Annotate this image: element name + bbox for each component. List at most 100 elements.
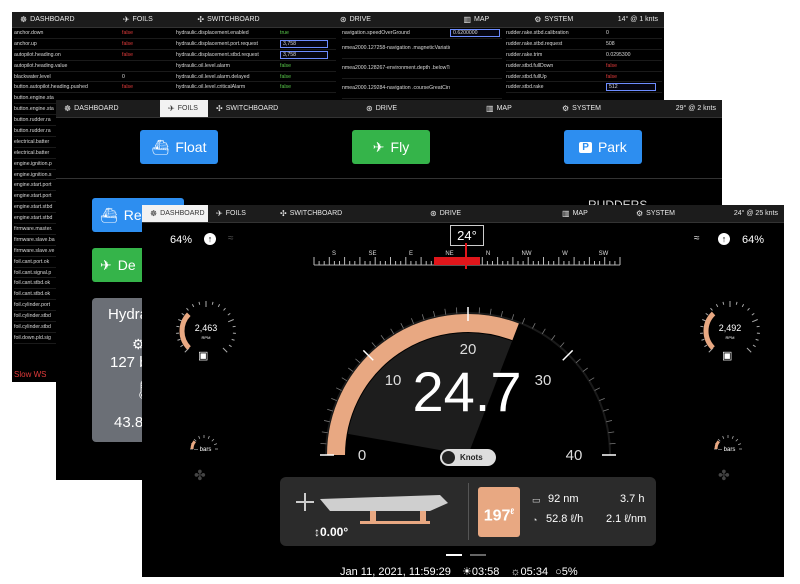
compass-label: W <box>562 251 568 257</box>
tab-label: SYSTEM <box>572 105 601 112</box>
speed-tick <box>521 318 526 324</box>
table-row: rudder.rake.stbd.request 508 <box>506 39 662 50</box>
speed-tick <box>532 322 536 329</box>
tab-dashboard[interactable]: ☸ DASHBOARD <box>12 12 115 27</box>
rpm-tick <box>191 304 195 308</box>
trip-panel: ↕0.00° 197ℓ ▭ 92 nm 3.7 h ◔ 52.8 ℓ/h 2.1… <box>280 477 656 546</box>
rpm-tick <box>181 312 185 316</box>
sunrise-icon: ☀ <box>461 566 472 577</box>
tab-foils[interactable]: ✈ FOILS <box>160 100 208 117</box>
row-value: false <box>122 51 133 58</box>
row-key: autopilot.heading.value <box>14 62 68 69</box>
tab-map[interactable]: ▥ MAP <box>455 12 526 27</box>
row-value[interactable]: 512 <box>606 83 656 92</box>
bars-tick <box>735 438 739 442</box>
compass-tape: S SE E NE N NW W SW <box>313 243 621 269</box>
row-value[interactable]: 0.6200000 <box>450 28 500 37</box>
fuel-rate-icon: ◔ <box>532 515 538 525</box>
row-key: hydraulic.oil.level.alarm <box>176 62 230 69</box>
speed-tick <box>594 387 601 391</box>
gear-icon: ⚙ <box>534 15 542 24</box>
tab-switchboard[interactable]: ✣ SWITCHBOARD <box>208 100 358 117</box>
row-value[interactable]: 3,758 <box>280 39 328 48</box>
row-value: true <box>280 29 289 36</box>
tab-label: FOILS <box>132 16 153 23</box>
row-key: nmea2000.127258-navigation .magneticVari… <box>342 45 450 52</box>
speed-value: 24.7 <box>412 360 522 423</box>
speed-tick <box>602 408 609 412</box>
speed-tick <box>331 397 337 402</box>
row-key: button.autopilot.heading.pushed <box>14 84 88 91</box>
speed-tick <box>371 342 377 348</box>
table-row: autopilot.heading.on false <box>14 50 176 61</box>
moon-icon: ○ <box>555 566 562 577</box>
rpm-tick <box>217 304 221 308</box>
row-value: 0.0295300 <box>606 51 631 58</box>
speed-tick-label: 20 <box>460 341 477 358</box>
row-key: navigation.speedOverGround <box>342 29 410 36</box>
heading-speed-status: 14° @ 1 knts <box>617 16 658 23</box>
table-row: blackwater.level 0 <box>14 72 176 83</box>
tab-drive[interactable]: ⊛ DRIVE <box>332 12 456 27</box>
speed-tick <box>541 328 546 335</box>
park-button[interactable]: P Park <box>564 130 642 164</box>
rpm-tick <box>715 304 719 308</box>
tab-foils[interactable]: ✈ FOILS <box>115 12 190 27</box>
tab-label: DASHBOARD <box>30 16 75 23</box>
row-key: hydraulic.displacement.stbd.request <box>176 51 259 58</box>
range-hours: 3.7 h <box>620 493 645 505</box>
rpm-tick <box>227 319 234 323</box>
tab-dashboard[interactable]: ☸ DASHBOARD <box>56 100 160 117</box>
bars-tick <box>738 443 742 446</box>
engine-icon: ▣ <box>198 350 209 362</box>
float-button[interactable]: ⛴ Float <box>140 130 218 164</box>
float-label: Float <box>175 139 207 155</box>
park-label: Park <box>597 139 627 155</box>
speed-tick <box>410 318 415 324</box>
tab-label: SYSTEM <box>544 16 574 23</box>
row-key: rudder.rake.trim <box>506 51 543 58</box>
table-row: autopilot.heading.value <box>14 61 176 72</box>
speed-tick <box>575 358 581 364</box>
table-row: rudder.stbd.fullDown false <box>506 61 662 72</box>
row-key: anchor.down <box>14 29 44 36</box>
boat-icon: ⛴ <box>151 138 170 155</box>
table-row: rudder.rake.trim 0.0295300 <box>506 50 662 61</box>
rpm-tick <box>752 344 756 348</box>
sunset-icon: ☼ <box>510 566 521 577</box>
row-key: rudder.stbd.rake <box>506 84 544 91</box>
table-row: hydraulic.displacement.enabled true <box>176 28 336 39</box>
table-row: hydraulic.oil.level.alarm false <box>176 61 336 72</box>
rpm-tick <box>223 307 226 311</box>
tab-system[interactable]: ⚙ SYSTEM <box>554 100 646 117</box>
heading-indicator <box>434 257 480 265</box>
compass-label: NW <box>522 251 532 257</box>
panel-divider <box>468 483 469 540</box>
tab-system[interactable]: ⚙ SYSTEM <box>526 12 618 27</box>
temperature-value: 43.8 <box>114 414 144 431</box>
tab-label: FOILS <box>177 105 198 112</box>
fly-button[interactable]: ✈ Fly <box>352 130 430 164</box>
row-key: hydraulic.oil.level.alarm.delayed <box>176 73 250 80</box>
navbar: ☸ DASHBOARD ✈ FOILS ✣ SWITCHBOARD ⊛ DRIVE ▥ MAP ⚙ S… <box>56 100 722 118</box>
compass-label: NE <box>445 251 453 257</box>
rpm-tick <box>186 307 189 311</box>
tab-drive[interactable]: ⊛ DRIVE <box>358 100 478 117</box>
page-indicator[interactable] <box>446 554 462 556</box>
tab-map[interactable]: ▥ MAP <box>478 100 554 117</box>
table-row: hydraulic.displacement.port.request 3,758 <box>176 39 336 50</box>
rpm-right-value: 2,492 <box>718 323 742 333</box>
page-indicator[interactable] <box>470 554 486 556</box>
bars-tick <box>207 435 210 439</box>
table-col-4: rudder.rake.stbd.calibration 0 rudder.rake… <box>506 28 662 94</box>
unit-toggle[interactable]: Knots <box>440 449 496 466</box>
boat-foil-svg <box>320 495 448 524</box>
tab-switchboard[interactable]: ✣ SWITCHBOARD <box>189 12 331 27</box>
rpm-tick <box>747 307 750 311</box>
rpm-tick <box>751 312 755 316</box>
row-value: 508 <box>606 40 615 47</box>
table-row: navigation.speedOverGround 0.6200000 <box>342 28 502 39</box>
row-value[interactable]: 3,758 <box>280 50 328 59</box>
speed-tick <box>421 314 425 321</box>
ship-wheel-icon: ☸ <box>64 104 72 113</box>
